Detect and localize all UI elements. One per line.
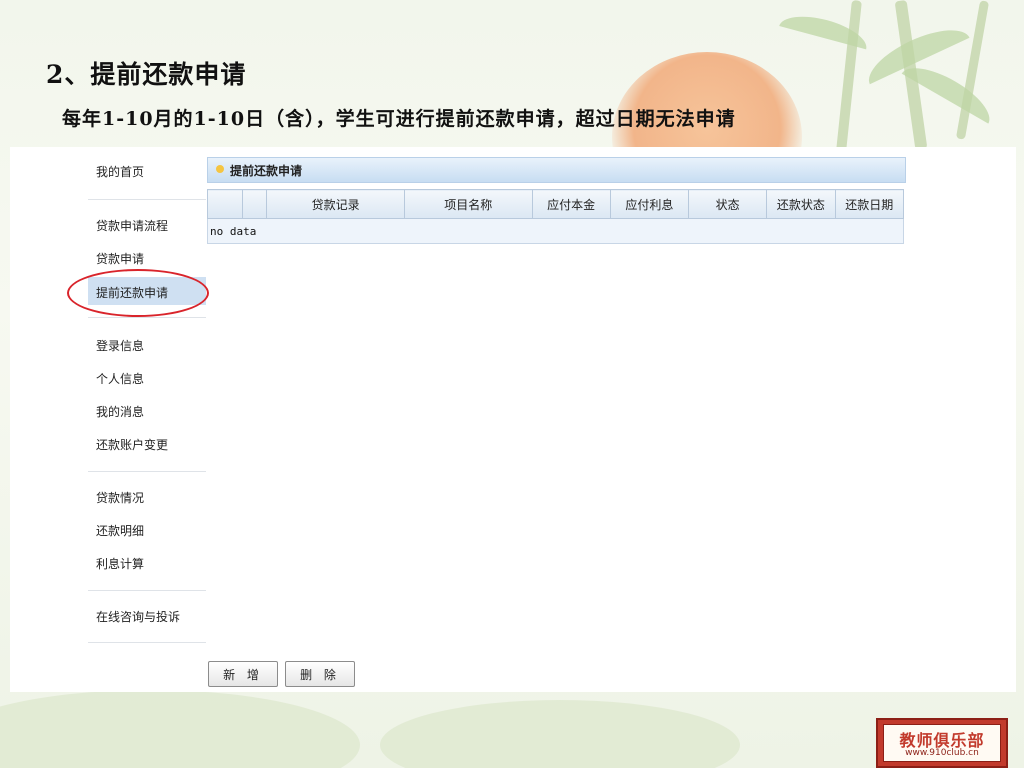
add-button[interactable]: 新 增 xyxy=(208,661,278,687)
sidebar-divider xyxy=(88,199,206,200)
table-header-row: 贷款记录 项目名称 应付本金 应付利息 状态 还款状态 还款日期 xyxy=(207,189,905,219)
column-header-select[interactable] xyxy=(207,189,243,219)
column-header-repayment-date[interactable]: 还款日期 xyxy=(834,189,905,219)
sidebar-divider xyxy=(88,317,206,318)
panel-title: 提前还款申请 xyxy=(230,164,303,178)
sidebar-item-consult-complaint[interactable]: 在线咨询与投诉 xyxy=(96,608,180,625)
column-header-index[interactable] xyxy=(241,189,268,219)
column-header-loan-record[interactable]: 贷款记录 xyxy=(266,189,405,219)
column-header-project-name[interactable]: 项目名称 xyxy=(403,189,533,219)
sidebar-item-messages[interactable]: 我的消息 xyxy=(96,403,144,420)
club-logo: 教师俱乐部 www.910club.cn xyxy=(876,718,1008,768)
delete-button[interactable]: 删 除 xyxy=(285,661,355,687)
panel-header: 提前还款申请 xyxy=(207,157,906,183)
slide-subtitle: 每年1-10月的1-10日（含），学生可进行提前还款申请，超过日期无法申请 xyxy=(62,108,736,130)
column-header-status[interactable]: 状态 xyxy=(687,189,768,219)
bullet-icon xyxy=(216,165,224,173)
sidebar-item-loan-status[interactable]: 贷款情况 xyxy=(96,489,144,506)
sidebar-item-loan-apply[interactable]: 贷款申请 xyxy=(96,250,144,267)
column-header-repayment-status[interactable]: 还款状态 xyxy=(766,189,836,219)
bottom-leaf-decoration xyxy=(0,690,360,768)
sidebar-item-login-info[interactable]: 登录信息 xyxy=(96,337,144,354)
sidebar-item-interest-calc[interactable]: 利息计算 xyxy=(96,555,144,572)
logo-url: www.910club.cn xyxy=(905,748,979,758)
slide-title: 2、提前还款申请 xyxy=(46,60,247,89)
table-empty-message: no data xyxy=(207,218,904,244)
column-header-interest[interactable]: 应付利息 xyxy=(609,189,689,219)
bottom-leaf-decoration xyxy=(380,700,740,768)
highlight-oval-annotation xyxy=(67,269,209,317)
sidebar-item-loan-process[interactable]: 贷款申请流程 xyxy=(96,217,168,234)
sidebar-divider xyxy=(88,590,206,591)
app-screenshot: 我的首页 贷款申请流程 贷款申请 提前还款申请 登录信息 个人信息 我的消息 还… xyxy=(10,147,1016,692)
sidebar-item-repayment-detail[interactable]: 还款明细 xyxy=(96,522,144,539)
sidebar-divider xyxy=(88,642,206,643)
sidebar-divider xyxy=(88,471,206,472)
repayment-table: 贷款记录 项目名称 应付本金 应付利息 状态 还款状态 还款日期 no data xyxy=(207,189,905,244)
logo-frame: 教师俱乐部 www.910club.cn xyxy=(883,724,1001,762)
sidebar-item-home[interactable]: 我的首页 xyxy=(96,163,144,180)
sidebar-item-account-change[interactable]: 还款账户变更 xyxy=(96,436,168,453)
table-row: no data xyxy=(207,218,904,244)
sidebar-item-personal-info[interactable]: 个人信息 xyxy=(96,370,144,387)
column-header-principal[interactable]: 应付本金 xyxy=(531,189,611,219)
